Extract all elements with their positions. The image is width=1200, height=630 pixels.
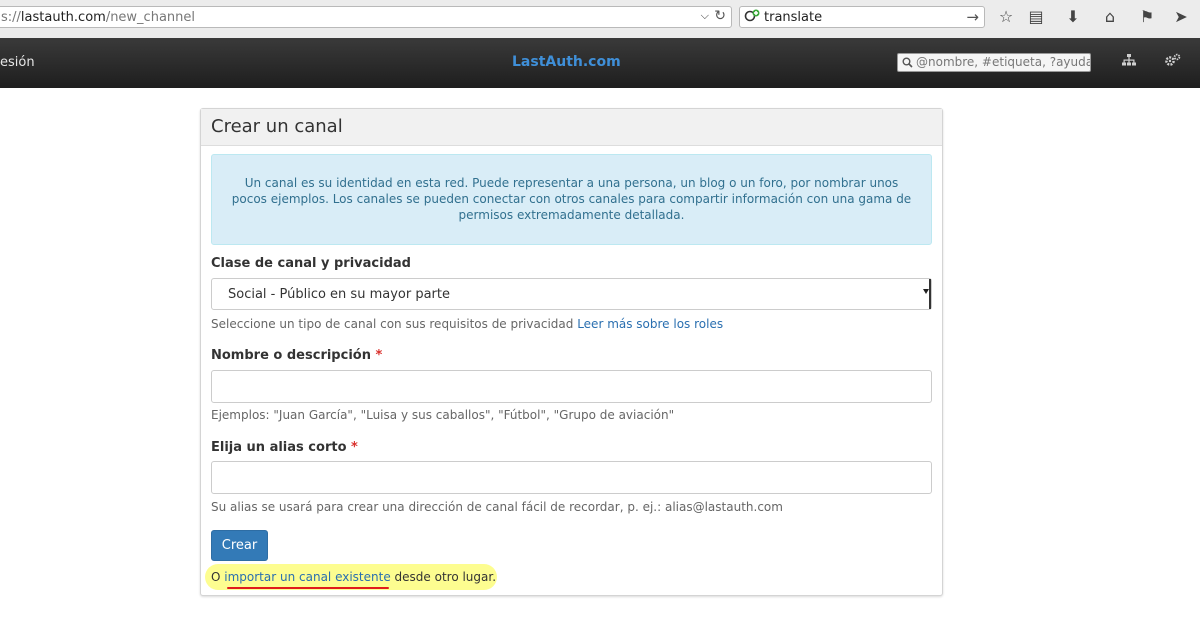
create-channel-panel: Crear un canal Un canal es su identidad … <box>200 108 943 596</box>
sitemap-icon[interactable] <box>1119 52 1139 72</box>
name-help: Ejemplos: "Juan García", "Luisa y sus ca… <box>211 408 675 422</box>
app-navbar: esión LastAuth.com @nombre, #etiqueta, ?… <box>0 38 1200 88</box>
create-button[interactable]: Crear <box>211 530 268 561</box>
brand-logo-text[interactable]: LastAuth.com <box>512 54 621 70</box>
browser-toolbar: s://lastauth.com/new_channel ⌵ ↻ transla… <box>0 0 1200 39</box>
arrow-right-icon[interactable]: → <box>966 8 979 26</box>
alias-label: Elija un alias corto * <box>211 440 358 455</box>
browser-search-text: translate <box>764 10 823 25</box>
alias-input[interactable] <box>211 461 932 494</box>
reload-icon[interactable]: ↻ <box>714 8 726 24</box>
bookmark-star-icon[interactable]: ☆ <box>995 6 1017 28</box>
search-engine-icon <box>744 9 760 22</box>
import-channel-link[interactable]: importar un canal existente <box>224 570 390 584</box>
import-prefix: O <box>211 570 225 584</box>
name-label-text: Nombre o descripción <box>211 348 371 363</box>
import-channel-line: O importar un canal existente desde otro… <box>211 570 496 584</box>
bookmarks-icon[interactable]: ⚑ <box>1136 6 1158 28</box>
url-text: s://lastauth.com/new_channel <box>1 10 196 25</box>
page-title: Crear un canal <box>211 116 343 137</box>
download-icon[interactable]: ⬇ <box>1062 6 1084 28</box>
required-marker: * <box>375 348 383 363</box>
home-icon[interactable]: ⌂ <box>1099 6 1121 28</box>
privacy-selected-value: Social - Público en su mayor parte <box>228 287 450 302</box>
select-edge <box>929 279 931 309</box>
name-label: Nombre o descripción * <box>211 348 382 363</box>
login-link[interactable]: esión <box>0 55 35 70</box>
chevron-down-icon[interactable]: ⌵ <box>701 9 709 23</box>
privacy-help-text: Seleccione un tipo de canal con sus requ… <box>211 317 574 331</box>
required-marker: * <box>351 440 358 455</box>
privacy-label: Clase de canal y privacidad <box>211 256 411 271</box>
annotation-underline <box>227 587 389 589</box>
panel-header: Crear un canal <box>201 109 942 146</box>
alias-label-text: Elija un alias corto <box>211 440 347 455</box>
settings-gears-icon[interactable] <box>1163 52 1183 72</box>
info-alert: Un canal es su identidad en esta red. Pu… <box>211 154 932 245</box>
reading-list-icon[interactable]: ▤ <box>1025 6 1047 28</box>
privacy-help: Seleccione un tipo de canal con sus requ… <box>211 317 723 331</box>
browser-search-box[interactable]: translate → <box>739 6 985 28</box>
privacy-select[interactable]: Social - Público en su mayor parte <box>211 278 932 310</box>
name-input[interactable] <box>211 370 932 403</box>
address-bar[interactable]: s://lastauth.com/new_channel ⌵ ↻ <box>0 6 732 28</box>
roles-link[interactable]: Leer más sobre los roles <box>577 317 723 331</box>
send-icon[interactable]: ➤ <box>1170 6 1192 28</box>
alias-help: Su alias se usará para crear una direcci… <box>211 500 783 514</box>
import-suffix: desde otro lugar. <box>390 570 497 584</box>
search-icon <box>902 57 913 68</box>
chevron-down-icon <box>923 289 929 294</box>
site-search-input[interactable]: @nombre, #etiqueta, ?ayuda <box>897 53 1091 72</box>
site-search-placeholder: @nombre, #etiqueta, ?ayuda <box>916 55 1091 69</box>
